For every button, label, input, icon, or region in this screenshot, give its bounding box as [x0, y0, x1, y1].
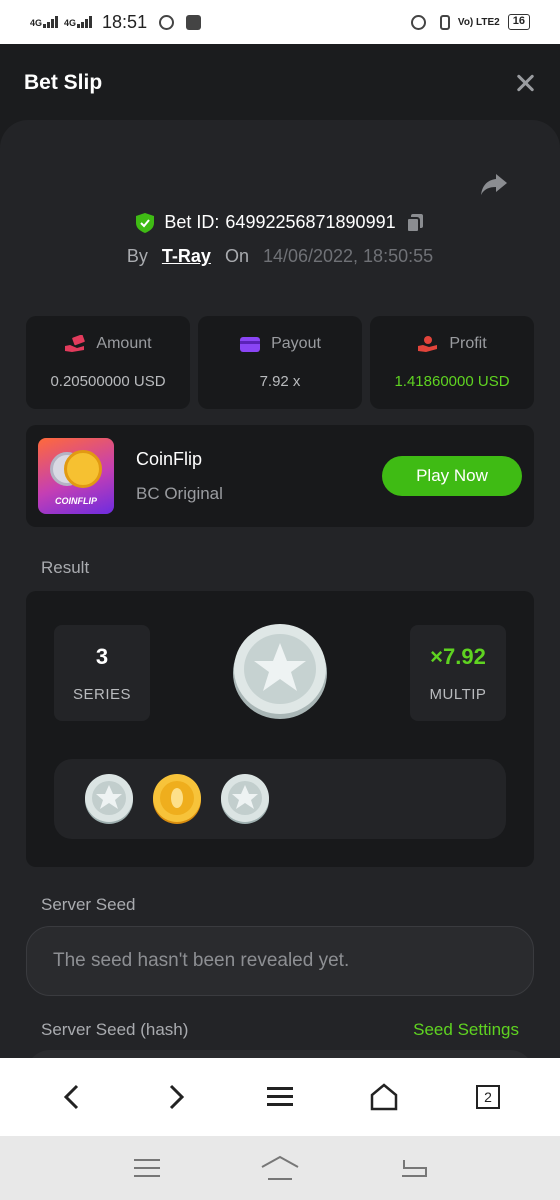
- menu-button[interactable]: [260, 1077, 300, 1117]
- coinflip-thumbnail[interactable]: COINFLIP: [38, 438, 114, 514]
- recent-apps-button[interactable]: [127, 1148, 167, 1188]
- signal-1: 4G: [30, 16, 59, 28]
- user-link[interactable]: T-Ray: [162, 246, 211, 267]
- status-bar: 4G 4G 18:51 Vo) LTE2 16: [0, 0, 560, 44]
- wallet-icon: [240, 337, 261, 352]
- result-label: Result: [41, 558, 90, 577]
- browser-toolbar: 2: [0, 1058, 560, 1136]
- hamburger-icon: [267, 1087, 293, 1106]
- bet-datetime: 14/06/2022, 18:50:55: [262, 246, 434, 266]
- share-icon[interactable]: [480, 172, 508, 196]
- game-subtitle: BC Original: [136, 483, 223, 503]
- system-back-button[interactable]: [393, 1148, 433, 1188]
- copy-icon[interactable]: [405, 213, 424, 233]
- series-label: SERIES: [72, 685, 132, 703]
- stat-profit: Profit 1.41860000 USD: [370, 316, 534, 409]
- server-seed-hash-label: Server Seed (hash): [41, 1020, 189, 1039]
- status-left: 4G 4G 18:51: [30, 11, 202, 33]
- battery-icon: 16: [507, 14, 530, 30]
- money-hand-icon: [65, 335, 86, 352]
- vibrate-icon: [439, 14, 450, 30]
- profit-hand-icon: [418, 336, 438, 352]
- game-name: CoinFlip: [136, 448, 203, 469]
- result-box: 3 SERIES ×7.92 MULTIP: [26, 591, 534, 867]
- bet-id-value: 64992256871890991: [225, 212, 396, 232]
- bet-slip-panel: Bet ID: 64992256871890991 By T-Ray On 14…: [0, 120, 560, 1060]
- system-nav-bar: [0, 1136, 560, 1200]
- status-right: Vo) LTE2 16: [405, 14, 530, 30]
- server-seed-label: Server Seed: [41, 895, 136, 914]
- chevron-left-icon: [63, 1084, 79, 1110]
- back-button[interactable]: [52, 1077, 92, 1117]
- bet-id-label: Bet ID:: [164, 212, 220, 232]
- multiplier-box: ×7.92 MULTIP: [410, 625, 506, 721]
- stat-amount-value: 0.20500000 USD: [50, 373, 166, 390]
- bet-slip-header: Bet Slip: [0, 44, 560, 122]
- gold-coin-icon: [153, 774, 201, 824]
- stat-payout: Payout 7.92 x: [198, 316, 362, 409]
- play-now-button[interactable]: Play Now: [382, 456, 522, 496]
- silver-coin-icon: [221, 774, 269, 824]
- home-button[interactable]: [364, 1077, 404, 1117]
- stat-amount-label: Amount: [96, 335, 152, 352]
- stat-amount: Amount 0.20500000 USD: [26, 316, 190, 409]
- game-info: CoinFlip BC Original: [136, 449, 223, 504]
- back-arrow-icon: [402, 1160, 428, 1177]
- series-value: 3: [95, 643, 109, 669]
- stat-profit-header: Profit: [417, 335, 487, 353]
- server-seed-hash-row: Server Seed (hash) Seed Settings: [41, 1020, 519, 1040]
- signal-bars-icon: [43, 16, 59, 28]
- bet-stats: Amount 0.20500000 USD Payout 7.92 x Prof…: [26, 316, 534, 409]
- bet-id-row: Bet ID: 64992256871890991: [0, 212, 560, 233]
- bet-author-row: By T-Ray On 14/06/2022, 18:50:55: [0, 246, 560, 267]
- gold-coin-icon: [64, 450, 102, 488]
- tab-count: 2: [476, 1085, 500, 1109]
- silver-coin-icon: [233, 624, 327, 719]
- alarm-icon: [410, 14, 426, 30]
- stat-amount-header: Amount: [64, 335, 152, 353]
- stat-profit-value: 1.41860000 USD: [394, 373, 510, 390]
- server-seed-field[interactable]: The seed hasn't been revealed yet.: [26, 926, 534, 996]
- flip-history: [54, 759, 506, 839]
- close-icon[interactable]: [514, 72, 536, 94]
- volte-indicator: Vo) LTE2: [457, 16, 500, 28]
- on-label: On: [224, 246, 249, 266]
- clock: 18:51: [102, 11, 148, 32]
- game-card: COINFLIP CoinFlip BC Original Play Now: [26, 425, 534, 527]
- home-outline-icon: [261, 1155, 299, 1180]
- signal-bars-icon: [77, 16, 93, 28]
- network-type-1: 4G: [30, 18, 43, 28]
- silver-coin-icon: [85, 774, 133, 824]
- verified-shield-icon: [136, 212, 155, 233]
- seed-settings-link[interactable]: Seed Settings: [413, 1020, 519, 1040]
- page-title: Bet Slip: [24, 71, 103, 94]
- signal-2: 4G: [64, 16, 93, 28]
- whatsapp-icon: [159, 14, 175, 30]
- stat-profit-label: Profit: [449, 335, 487, 352]
- stat-payout-value: 7.92 x: [259, 373, 301, 390]
- multiplier-value: ×7.92: [430, 643, 486, 669]
- stat-payout-label: Payout: [271, 335, 321, 352]
- recent-apps-icon: [133, 1159, 160, 1177]
- network-type-2: 4G: [64, 18, 77, 28]
- forward-button[interactable]: [156, 1077, 196, 1117]
- by-label: By: [126, 246, 148, 266]
- chevron-right-icon: [169, 1084, 185, 1110]
- series-box: 3 SERIES: [54, 625, 150, 721]
- system-home-button[interactable]: [260, 1148, 300, 1188]
- thumbnail-label: COINFLIP: [55, 496, 97, 506]
- tabs-button[interactable]: 2: [468, 1077, 508, 1117]
- multiplier-label: MULTIP: [429, 685, 487, 703]
- stat-payout-header: Payout: [239, 335, 321, 353]
- youtube-icon: [186, 14, 202, 30]
- home-icon: [370, 1083, 398, 1111]
